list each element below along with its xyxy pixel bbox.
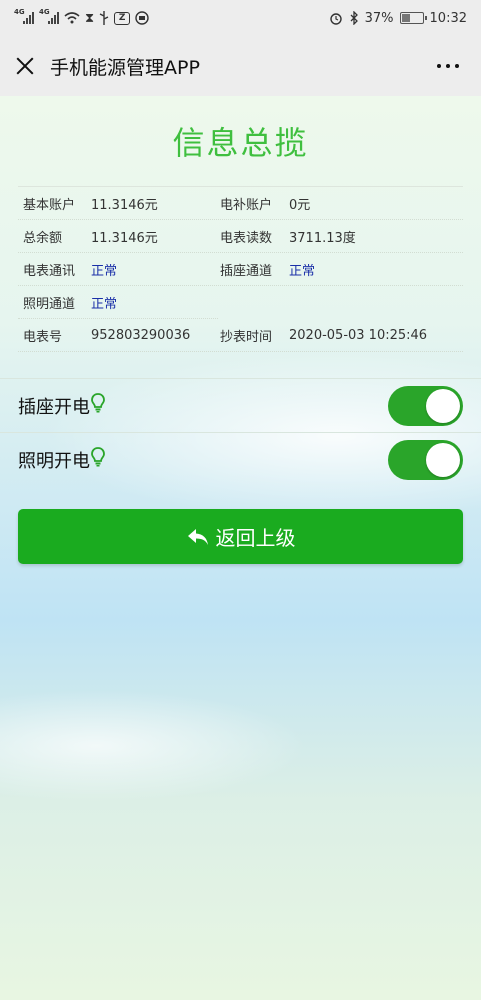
signal-type-label: 4G — [39, 8, 50, 16]
app-title: 手机能源管理APP — [50, 56, 200, 79]
battery-percent: 37% — [364, 10, 394, 26]
back-button[interactable]: 返回上级 — [18, 509, 463, 564]
hourglass-icon: ⧗ — [85, 10, 95, 26]
socket-power-toggle[interactable] — [388, 385, 463, 426]
title-bar: 手机能源管理APP — [0, 36, 481, 96]
signal-icon: 4G — [39, 8, 59, 24]
basic-account-label: 基本账户 — [23, 197, 76, 213]
reading-time-value: 2020-05-03 10:25:46 — [289, 327, 428, 343]
info-row: 电表号 952803290036 抄表时间 2020-05-03 10:25:4… — [18, 319, 463, 352]
socket-channel-value: 正常 — [289, 263, 316, 279]
more-icon[interactable] — [427, 56, 469, 76]
status-bar-left: 4G 4G ⧗ Z — [14, 8, 329, 26]
back-arrow-icon — [186, 527, 210, 547]
status-bar-right: 37% 10:32 — [329, 11, 467, 26]
back-button-label: 返回上级 — [215, 526, 296, 550]
usb-icon — [99, 11, 109, 25]
meter-number-label: 电表号 — [23, 329, 63, 345]
bluetooth-icon — [349, 11, 359, 25]
meter-comm-value: 正常 — [91, 263, 118, 279]
meter-reading-value: 3711.13度 — [289, 230, 356, 246]
wifi-icon — [64, 12, 80, 24]
subsidy-account-label: 电补账户 — [220, 197, 273, 213]
lighting-power-label: 照明开电 — [18, 450, 90, 472]
subsidy-account-value: 0元 — [289, 197, 311, 213]
total-balance-value: 11.3146元 — [91, 230, 158, 246]
lightbulb-icon — [91, 393, 105, 418]
lighting-power-toggle[interactable] — [388, 439, 463, 480]
clock-time: 10:32 — [429, 10, 467, 26]
socket-power-label-wrap: 插座开电 — [18, 393, 388, 419]
toggle-knob — [426, 442, 460, 477]
main-content: 信息总揽 基本账户 11.3146元 电补账户 0元 总余额 11.3146元 … — [0, 96, 481, 1000]
info-row: 电表通讯 正常 插座通道 正常 — [18, 253, 463, 286]
lighting-channel-label: 照明通道 — [23, 296, 76, 312]
info-row: 总余额 11.3146元 电表读数 3711.13度 — [18, 220, 463, 253]
page-heading: 信息总揽 — [172, 124, 309, 162]
battery-fill — [401, 14, 410, 22]
lighting-power-label-wrap: 照明开电 — [18, 447, 388, 473]
toggle-knob — [426, 388, 460, 423]
signal-icon: 4G — [14, 8, 34, 24]
close-icon[interactable] — [12, 53, 38, 79]
meter-comm-label: 电表通讯 — [23, 263, 76, 279]
total-balance-label: 总余额 — [23, 230, 63, 246]
alarm-icon — [329, 11, 343, 25]
signal-type-label: 4G — [14, 8, 25, 16]
lighting-channel-value: 正常 — [91, 296, 118, 312]
meter-reading-label: 电表读数 — [220, 230, 273, 246]
socket-channel-label: 插座通道 — [220, 263, 273, 279]
info-row: 基本账户 11.3146元 电补账户 0元 — [18, 187, 463, 220]
lighting-power-row: 照明开电 — [0, 432, 481, 486]
store-icon — [135, 11, 149, 25]
battery-icon — [399, 12, 427, 24]
basic-account-value: 11.3146元 — [91, 197, 158, 213]
socket-power-label: 插座开电 — [18, 396, 90, 418]
app-notification-icon: Z — [114, 11, 131, 25]
meter-number-value: 952803290036 — [91, 327, 191, 343]
socket-power-row: 插座开电 — [0, 378, 481, 432]
status-bar: 4G 4G ⧗ Z 37% 10:32 — [0, 0, 481, 36]
reading-time-label: 抄表时间 — [220, 329, 273, 345]
info-table: 基本账户 11.3146元 电补账户 0元 总余额 11.3146元 电表读数 … — [18, 186, 463, 352]
info-row: 照明通道 正常 — [18, 286, 218, 319]
lightbulb-icon — [91, 447, 105, 472]
